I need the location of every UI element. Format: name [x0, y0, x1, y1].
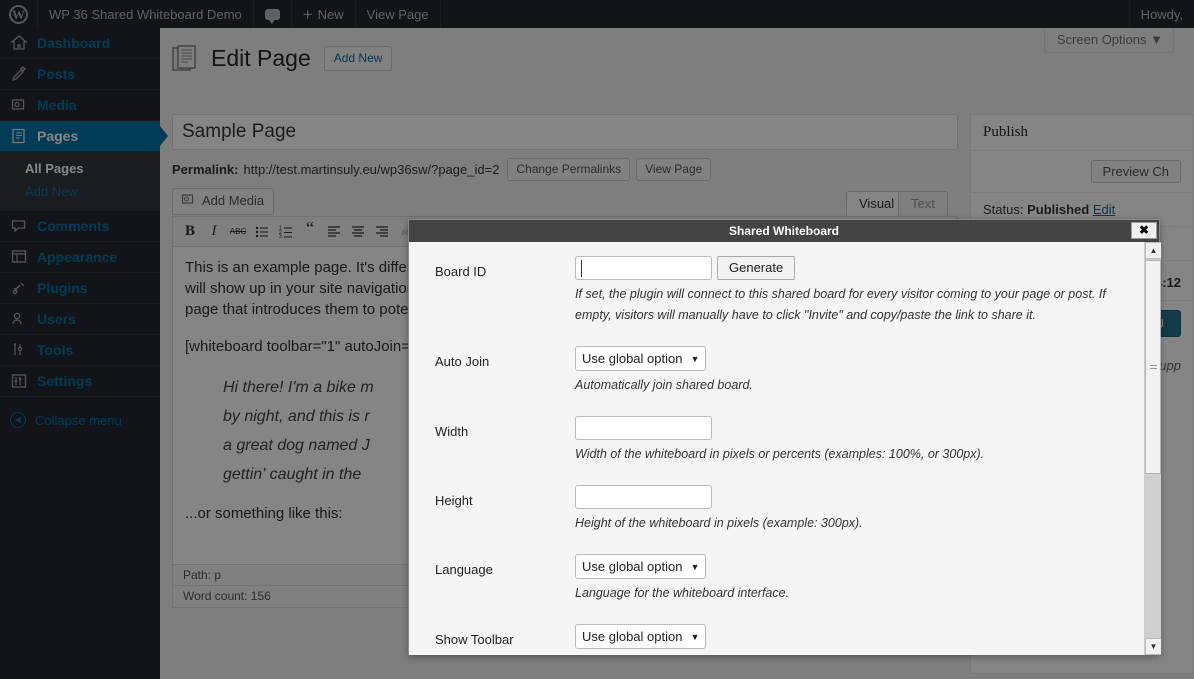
- height-label: Height: [435, 493, 473, 508]
- field-row-language: Language Use global option ▼ Language fo…: [435, 554, 1134, 604]
- show-toolbar-select[interactable]: Use global option ▼: [575, 624, 707, 649]
- field-row-width: Width Width of the whiteboard in pixels …: [435, 416, 1134, 465]
- scroll-up-icon[interactable]: ▲: [1145, 242, 1161, 259]
- field-row-board-id: Board ID Generate If set, the plugin wil…: [435, 256, 1134, 326]
- auto-join-description: Automatically join shared board.: [575, 378, 753, 392]
- chevron-down-icon: ▼: [690, 353, 700, 364]
- chevron-down-icon: ▼: [690, 631, 700, 642]
- chevron-down-icon: ▼: [690, 561, 700, 572]
- close-icon[interactable]: ✖: [1131, 222, 1157, 239]
- modal-scrollbar[interactable]: ▲ ▼: [1144, 242, 1161, 655]
- generate-button[interactable]: Generate: [717, 256, 796, 280]
- scroll-down-icon[interactable]: ▼: [1145, 638, 1161, 655]
- show-toolbar-label: Show Toolbar: [435, 632, 514, 647]
- auto-join-value: Use global option: [582, 351, 683, 366]
- modal-title-label: Shared Whiteboard: [728, 224, 839, 238]
- shared-whiteboard-dialog: Shared Whiteboard ✖ Board ID Generate If…: [408, 219, 1161, 655]
- height-description: Height of the whiteboard in pixels (exam…: [575, 516, 863, 530]
- width-description: Width of the whiteboard in pixels or per…: [575, 447, 985, 461]
- modal-titlebar: Shared Whiteboard ✖: [409, 220, 1159, 242]
- board-id-label: Board ID: [435, 264, 487, 279]
- field-row-height: Height Height of the whiteboard in pixel…: [435, 485, 1134, 534]
- field-row-show-toolbar: Show Toolbar Use global option ▼ Whether…: [435, 624, 1134, 655]
- auto-join-label: Auto Join: [435, 354, 490, 369]
- board-id-input[interactable]: [575, 256, 712, 280]
- modal-body: Board ID Generate If set, the plugin wil…: [409, 242, 1161, 655]
- width-input[interactable]: [575, 416, 712, 440]
- width-label: Width: [435, 424, 469, 439]
- show-toolbar-description: Whether the toolbar should be shown on t…: [575, 653, 1134, 655]
- scrollbar-grip-icon: [1149, 363, 1157, 371]
- language-description: Language for the whiteboard interface.: [575, 586, 790, 600]
- modal-scroll-content: Board ID Generate If set, the plugin wil…: [409, 242, 1144, 655]
- language-select[interactable]: Use global option ▼: [575, 554, 707, 579]
- scrollbar-track[interactable]: [1145, 259, 1161, 638]
- auto-join-select[interactable]: Use global option ▼: [575, 346, 707, 371]
- scrollbar-thumb[interactable]: [1145, 260, 1161, 474]
- height-input[interactable]: [575, 485, 712, 509]
- language-value: Use global option: [582, 559, 683, 574]
- language-label: Language: [435, 562, 493, 577]
- text-caret: [581, 260, 582, 277]
- show-toolbar-value: Use global option: [582, 629, 683, 644]
- board-id-description: If set, the plugin will connect to this …: [575, 287, 1106, 322]
- field-row-auto-join: Auto Join Use global option ▼ Automatica…: [435, 346, 1134, 396]
